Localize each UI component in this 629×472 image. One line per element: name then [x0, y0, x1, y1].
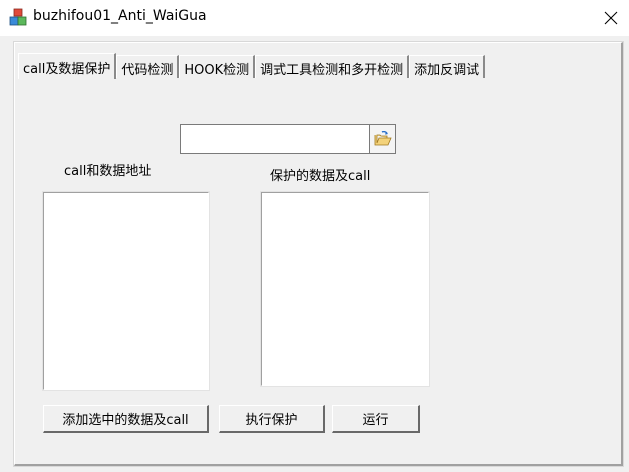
browse-button[interactable] [370, 124, 396, 154]
call-data-address-list[interactable] [42, 191, 210, 391]
tab-add-anti-debug[interactable]: 添加反调试 [409, 55, 486, 78]
close-button[interactable] [593, 0, 629, 36]
add-selected-button[interactable]: 添加选中的数据及call [43, 405, 209, 433]
execute-protect-button[interactable]: 执行保护 [219, 405, 325, 433]
window-title: buzhifou01_Anti_WaiGua [33, 8, 207, 24]
tab-call-data-protect[interactable]: call及数据保护 [18, 53, 117, 79]
run-button[interactable]: 运行 [332, 405, 420, 433]
protected-data-call-list[interactable] [260, 191, 430, 387]
left-list-label: call和数据地址 [64, 164, 152, 179]
tab-strip: call及数据保护 代码检测 HOOK检测 调式工具检测和多开检测 添加反调试 [18, 53, 486, 79]
tab-code-detect[interactable]: 代码检测 [116, 55, 180, 78]
close-icon [604, 11, 618, 25]
tab-hook-detect[interactable]: HOOK检测 [179, 55, 256, 78]
folder-open-icon [374, 131, 392, 146]
cubes-app-icon [9, 8, 27, 26]
right-list-label: 保护的数据及call [270, 169, 371, 184]
tab-debugger-multi-open-detect[interactable]: 调式工具检测和多开检测 [255, 55, 410, 78]
path-input[interactable] [180, 124, 370, 154]
title-bar: buzhifou01_Anti_WaiGua [0, 0, 629, 36]
